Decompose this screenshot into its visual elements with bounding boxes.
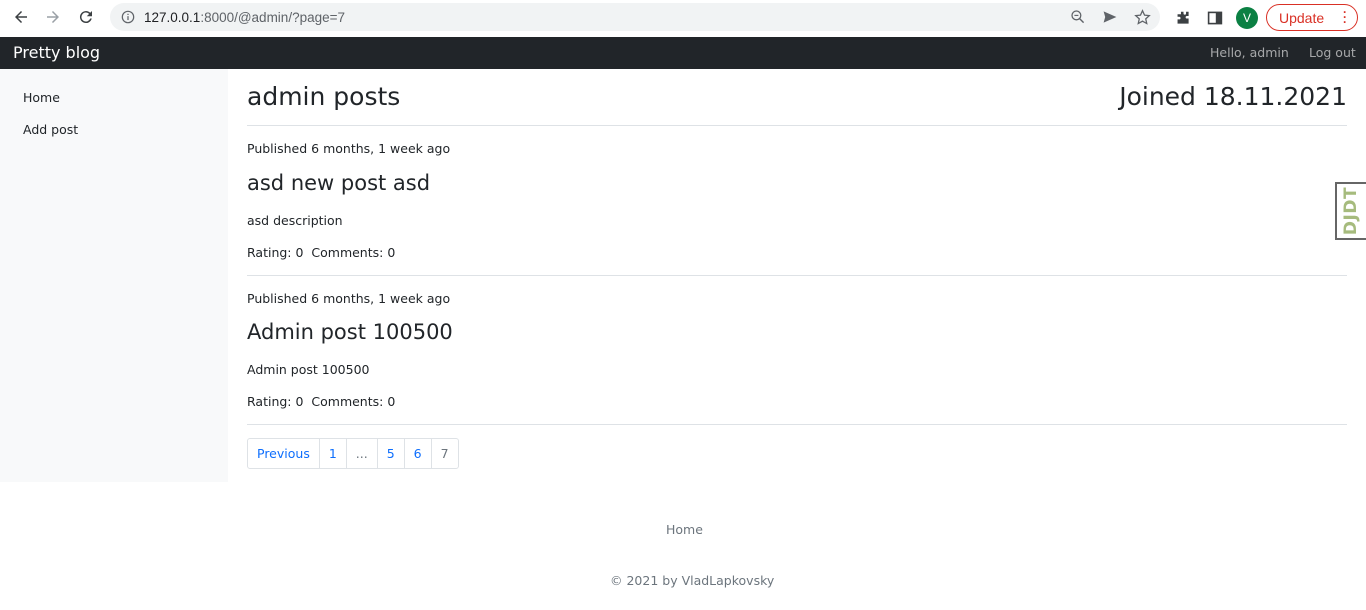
debug-toolbar-label: DJDT: [1341, 186, 1362, 236]
joined-date: Joined 18.11.2021: [1119, 82, 1347, 111]
sidebar: Home Add post: [0, 69, 228, 482]
post-published: Published 6 months, 1 week ago: [247, 141, 451, 156]
copyright: © 2021 by VladLapkovsky: [610, 573, 775, 588]
page-ellipsis: ...: [345, 439, 377, 468]
extensions-puzzle-icon[interactable]: [1172, 7, 1194, 29]
greeting-link[interactable]: Hello, admin: [1210, 45, 1289, 60]
post-description: asd description: [247, 213, 343, 228]
post-title-link[interactable]: Admin post 100500: [247, 320, 453, 344]
page-7-current: 7: [430, 439, 458, 468]
footer-home-link[interactable]: Home: [666, 522, 703, 537]
reload-icon[interactable]: [73, 4, 99, 30]
brand-link[interactable]: Pretty blog: [13, 43, 100, 62]
profile-avatar[interactable]: V: [1236, 7, 1258, 29]
logout-link[interactable]: Log out: [1309, 45, 1356, 60]
page-previous[interactable]: Previous: [248, 439, 319, 468]
update-button[interactable]: Update · · ·: [1266, 4, 1358, 31]
page-6[interactable]: 6: [403, 439, 431, 468]
post-meta: Rating: 0 Comments: 0: [247, 394, 396, 409]
send-icon[interactable]: [1100, 7, 1120, 27]
post-description: Admin post 100500: [247, 362, 370, 377]
sidebar-item-add-post[interactable]: Add post: [23, 122, 78, 137]
post-title-link[interactable]: asd new post asd: [247, 171, 430, 195]
bookmark-star-icon[interactable]: [1132, 7, 1152, 27]
divider: [247, 424, 1347, 425]
zoom-icon[interactable]: [1068, 7, 1088, 27]
side-panel-icon[interactable]: [1204, 7, 1226, 29]
browser-toolbar: 127.0.0.1:8000/@admin/?page=7 V Update ·…: [0, 0, 1366, 36]
page-5[interactable]: 5: [376, 439, 404, 468]
divider: [247, 275, 1347, 276]
more-vert-icon[interactable]: · · ·: [1343, 6, 1347, 28]
page-1[interactable]: 1: [318, 439, 346, 468]
post-published: Published 6 months, 1 week ago: [247, 291, 451, 306]
page-title: admin posts: [247, 82, 401, 111]
sidebar-item-home[interactable]: Home: [23, 90, 60, 105]
forward-arrow-icon[interactable]: [40, 4, 66, 30]
update-button-label: Update: [1279, 9, 1325, 26]
url-text: 127.0.0.1:8000/@admin/?page=7: [144, 9, 346, 25]
back-arrow-icon[interactable]: [8, 4, 34, 30]
info-icon[interactable]: [120, 9, 136, 25]
debug-toolbar-handle[interactable]: DJDT: [1335, 182, 1366, 240]
post-meta: Rating: 0 Comments: 0: [247, 245, 396, 260]
pagination: Previous 1 ... 5 6 7: [247, 438, 459, 469]
site-navbar: Pretty blog Hello, admin Log out: [0, 37, 1366, 69]
address-bar[interactable]: 127.0.0.1:8000/@admin/?page=7: [110, 3, 1160, 31]
divider: [247, 125, 1347, 126]
